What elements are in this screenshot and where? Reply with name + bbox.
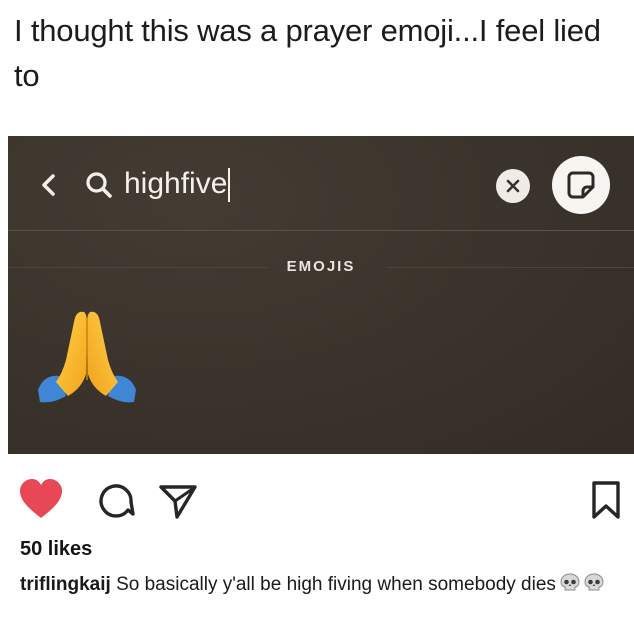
top-comment: triflingkaij So basically y'all be high … xyxy=(20,570,620,600)
close-icon xyxy=(506,179,520,193)
bookmark-icon[interactable] xyxy=(590,480,622,520)
comment-body: So basically y'all be high fiving when s… xyxy=(116,574,556,595)
skull-emoji xyxy=(584,573,604,591)
skull-emoji xyxy=(560,573,580,591)
comment-username[interactable]: triflingkaij xyxy=(20,574,111,595)
back-chevron-icon[interactable] xyxy=(36,170,60,200)
clear-search-button[interactable] xyxy=(496,169,530,203)
search-divider xyxy=(8,230,634,231)
sticker-button[interactable] xyxy=(552,156,610,214)
heart-icon[interactable] xyxy=(18,478,64,520)
emoji-section-label: EMOJIS xyxy=(286,258,356,275)
comment-icon[interactable] xyxy=(96,480,136,520)
share-icon[interactable] xyxy=(158,482,198,520)
likes-count[interactable]: 50 likes xyxy=(20,538,92,561)
search-input[interactable]: highfive xyxy=(124,160,231,208)
text-caret xyxy=(228,168,231,203)
emoji-search-bar: highfive xyxy=(8,136,634,230)
search-icon xyxy=(86,172,112,198)
post-action-bar xyxy=(0,466,634,526)
folded-hands-emoji[interactable] xyxy=(32,304,142,414)
embedded-screenshot: highfive EMOJIS xyxy=(8,136,634,454)
sticker-icon xyxy=(567,171,595,199)
search-query-text: highfive xyxy=(124,167,228,200)
post-caption: I thought this was a prayer emoji...I fe… xyxy=(14,13,601,93)
